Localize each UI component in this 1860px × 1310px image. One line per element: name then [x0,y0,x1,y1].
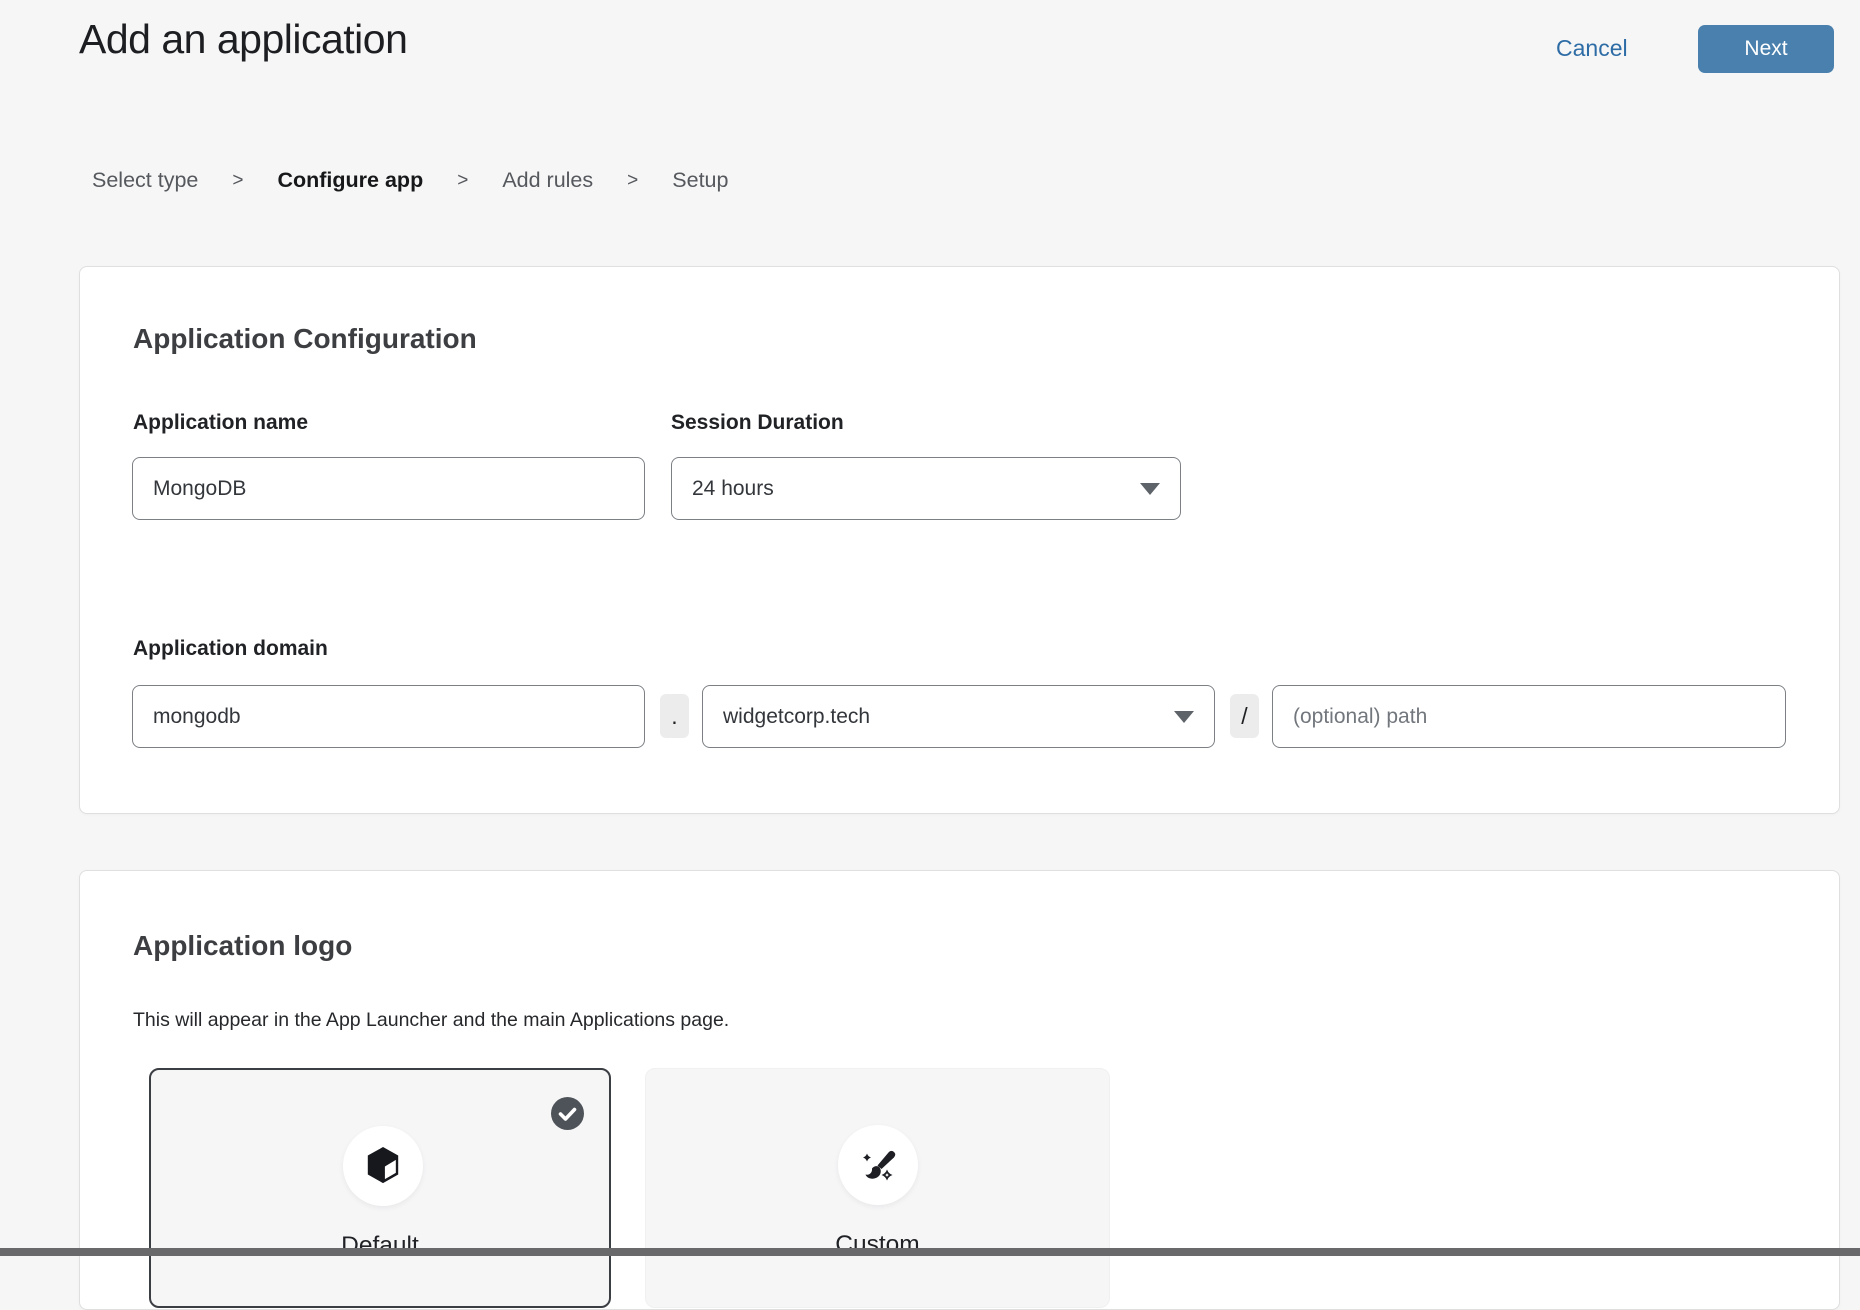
slash-separator: / [1230,694,1259,738]
breadcrumb-separator: > [457,170,468,192]
application-logo-description: This will appear in the App Launcher and… [133,1009,729,1032]
session-duration-label: Session Duration [671,411,844,435]
session-duration-select[interactable]: 24 hours [671,457,1181,520]
default-logo-circle [343,1126,423,1206]
application-name-label: Application name [133,411,308,435]
breadcrumb-step-setup[interactable]: Setup [672,168,728,193]
add-application-page: { "header": { "title": "Add an applicati… [0,0,1860,1256]
session-duration-value: 24 hours [692,477,774,501]
custom-logo-circle [838,1125,918,1205]
breadcrumb-separator: > [627,170,638,192]
custom-logo-tile[interactable]: Custom [645,1068,1110,1308]
paintbrush-icon [857,1144,899,1186]
application-configuration-heading: Application Configuration [133,323,477,355]
domain-select-value: widgetcorp.tech [723,705,870,729]
subdomain-input[interactable] [132,685,645,748]
cube-icon [364,1145,402,1187]
default-logo-tile[interactable]: Default [149,1068,611,1308]
application-domain-label: Application domain [133,637,328,661]
application-logo-card: Application logo This will appear in the… [79,870,1840,1310]
cancel-button[interactable]: Cancel [1556,35,1628,62]
application-logo-heading: Application logo [133,930,352,962]
page-title: Add an application [79,16,407,63]
breadcrumb-step-configure-app[interactable]: Configure app [277,168,423,193]
checkmark-icon [551,1097,584,1130]
application-name-input[interactable] [132,457,645,520]
application-configuration-card: Application Configuration Application na… [79,266,1840,814]
breadcrumb-step-select-type[interactable]: Select type [92,168,198,193]
caret-down-icon [1140,483,1160,495]
path-input[interactable] [1272,685,1786,748]
next-button[interactable]: Next [1698,25,1834,73]
breadcrumb: Select type > Configure app > Add rules … [92,168,728,193]
dot-separator: . [660,694,689,738]
domain-select[interactable]: widgetcorp.tech [702,685,1215,748]
breadcrumb-separator: > [232,170,243,192]
caret-down-icon [1174,711,1194,723]
breadcrumb-step-add-rules[interactable]: Add rules [502,168,593,193]
screen-bottom-edge [0,1248,1860,1256]
